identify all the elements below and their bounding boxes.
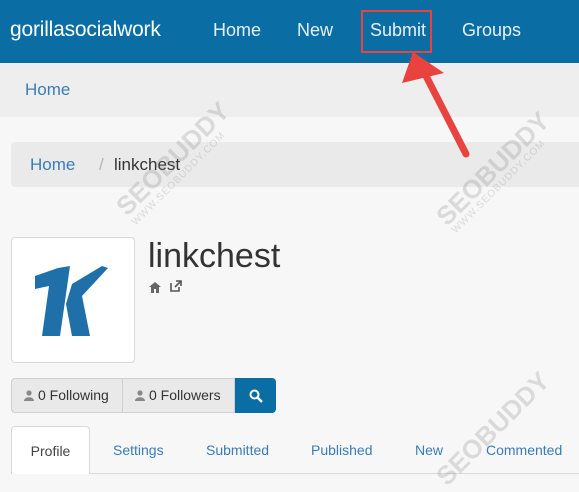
breadcrumb: Home / linkchest <box>11 142 579 187</box>
subnav-home-link[interactable]: Home <box>25 80 70 100</box>
submit-highlight-box <box>361 10 432 53</box>
breadcrumb-home-link[interactable]: Home <box>30 155 75 175</box>
nav-groups-link[interactable]: Groups <box>462 20 521 41</box>
tab-commented[interactable]: Commented <box>486 442 562 458</box>
breadcrumb-current: linkchest <box>114 155 181 174</box>
profile-name: linkchest <box>148 237 281 275</box>
tab-profile[interactable]: Profile <box>11 426 90 474</box>
search-button[interactable] <box>235 378 276 413</box>
top-navbar: gorillasocialwork Home New Submit Groups <box>0 0 579 63</box>
profile-avatar <box>11 237 135 363</box>
nav-new-link[interactable]: New <box>297 20 333 41</box>
tab-submitted[interactable]: Submitted <box>206 442 269 458</box>
external-link-icon[interactable] <box>170 279 182 297</box>
breadcrumb-separator: / <box>99 155 104 174</box>
search-icon <box>249 389 263 403</box>
brand-logo[interactable]: gorillasocialwork <box>10 18 161 42</box>
tab-settings[interactable]: Settings <box>113 442 164 458</box>
user-icon <box>24 380 34 413</box>
following-label: 0 Following <box>38 387 109 403</box>
sub-navbar: Home <box>0 63 579 117</box>
tab-new[interactable]: New <box>415 442 443 458</box>
tab-published[interactable]: Published <box>311 442 373 458</box>
nav-home-link[interactable]: Home <box>213 20 261 41</box>
followers-button[interactable]: 0 Followers <box>122 378 235 413</box>
home-icon[interactable] <box>149 280 161 298</box>
avatar-logo-icon <box>35 266 108 336</box>
user-icon <box>135 380 145 413</box>
following-button[interactable]: 0 Following <box>11 378 123 413</box>
followers-label: 0 Followers <box>149 387 221 403</box>
profile-tabs: Profile Settings Submitted Published New… <box>0 425 579 474</box>
